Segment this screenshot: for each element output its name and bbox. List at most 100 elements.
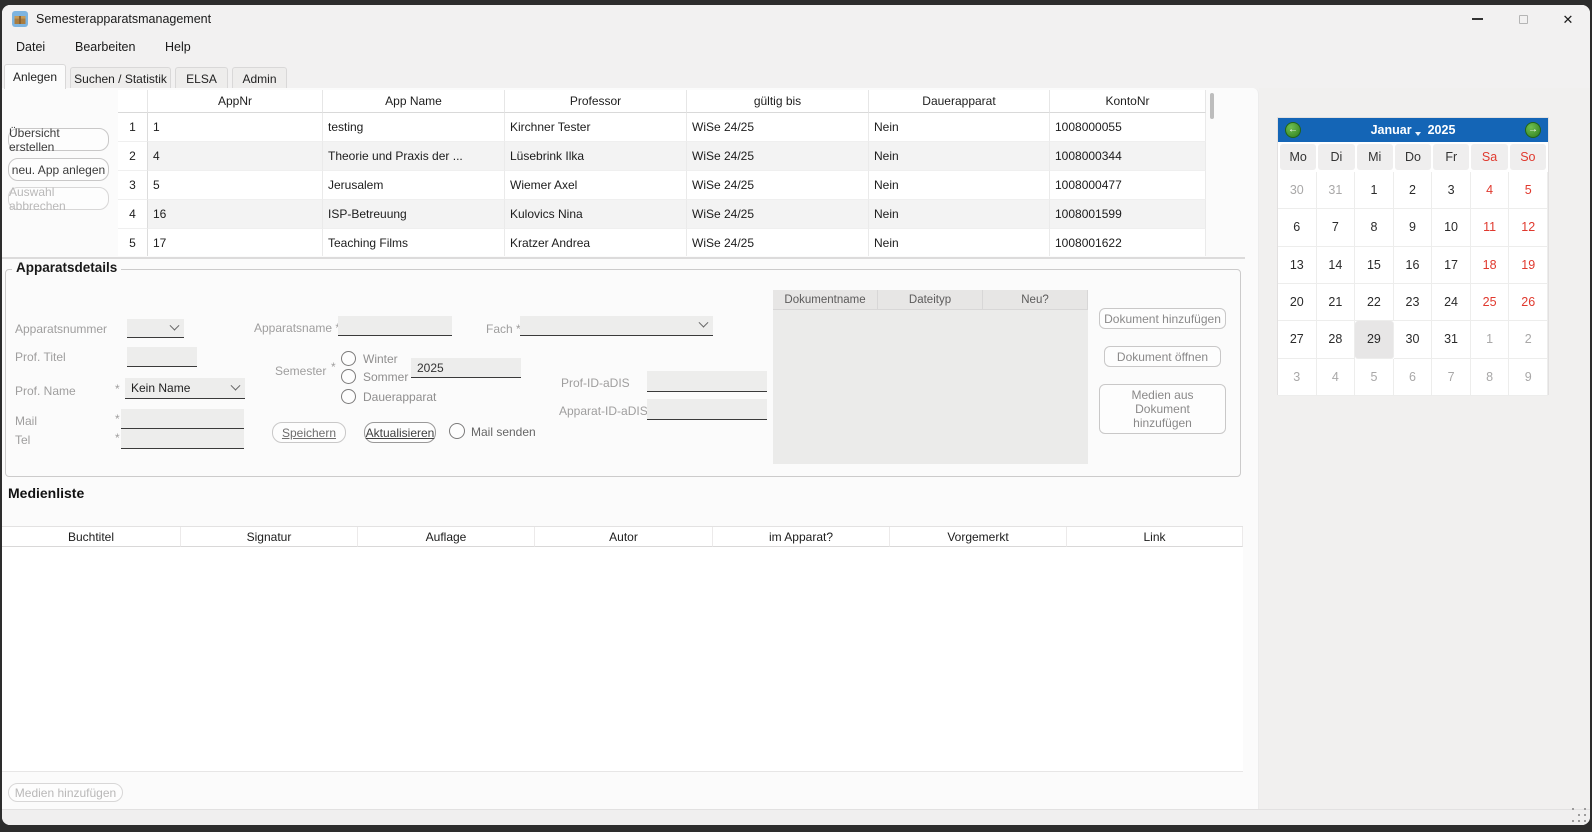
close-button[interactable]: ✕ bbox=[1546, 5, 1590, 33]
table-row[interactable]: 35JerusalemWiemer AxelWiSe 24/25Nein1008… bbox=[118, 171, 1206, 200]
maximize-button[interactable] bbox=[1500, 5, 1546, 33]
calendar-title[interactable]: Januar 2025 bbox=[1371, 123, 1456, 137]
calendar-day[interactable]: 30 bbox=[1278, 172, 1317, 209]
ml-header-link[interactable]: Link bbox=[1067, 527, 1243, 547]
calendar-day[interactable]: 21 bbox=[1317, 284, 1356, 321]
dokument-hinzufuegen-button[interactable]: Dokument hinzufügen bbox=[1099, 308, 1226, 329]
calendar-day[interactable]: 7 bbox=[1317, 209, 1356, 246]
ml-header-autor[interactable]: Autor bbox=[535, 527, 713, 547]
tab-suchen-statistik[interactable]: Suchen / Statistik bbox=[70, 67, 171, 89]
table-row[interactable]: 416ISP-BetreuungKulovics NinaWiSe 24/25N… bbox=[118, 200, 1206, 229]
calendar-day[interactable]: 10 bbox=[1432, 209, 1471, 246]
apparatsname-input[interactable] bbox=[338, 316, 452, 336]
calendar-day[interactable]: 22 bbox=[1355, 284, 1394, 321]
resize-grip[interactable] bbox=[1572, 808, 1586, 822]
table-row[interactable]: 24Theorie und Praxis der ...Lüsebrink Il… bbox=[118, 142, 1206, 171]
grid-header-professor[interactable]: Professor bbox=[505, 90, 687, 113]
calendar-day[interactable]: 31 bbox=[1432, 321, 1471, 358]
mail-senden-checkbox[interactable] bbox=[449, 423, 465, 439]
medien-hinzufuegen-button[interactable]: Medien hinzufügen bbox=[8, 783, 123, 802]
calendar-day[interactable]: 20 bbox=[1278, 284, 1317, 321]
calendar-day[interactable]: 1 bbox=[1471, 321, 1510, 358]
menu-datei[interactable]: Datei bbox=[16, 40, 45, 54]
ml-header-im-apparat[interactable]: im Apparat? bbox=[713, 527, 890, 547]
tel-input[interactable] bbox=[121, 429, 244, 449]
auswahl-abbrechen-button[interactable]: Auswahl abbrechen bbox=[8, 187, 109, 210]
doc-header-neu[interactable]: Neu? bbox=[983, 290, 1088, 310]
calendar-day[interactable]: 30 bbox=[1394, 321, 1433, 358]
table-row[interactable]: 517Teaching FilmsKratzer AndreaWiSe 24/2… bbox=[118, 229, 1206, 256]
uebersicht-erstellen-button[interactable]: Übersicht erstellen bbox=[8, 128, 109, 151]
ml-header-vorgemerkt[interactable]: Vorgemerkt bbox=[890, 527, 1067, 547]
fach-select[interactable] bbox=[520, 316, 713, 336]
calendar-day[interactable]: 8 bbox=[1355, 209, 1394, 246]
calendar-day[interactable]: 23 bbox=[1394, 284, 1433, 321]
calendar-day[interactable]: 31 bbox=[1317, 172, 1356, 209]
ml-header-signatur[interactable]: Signatur bbox=[181, 527, 358, 547]
dauerapparat-radio[interactable] bbox=[341, 389, 356, 404]
neue-app-anlegen-button[interactable]: neu. App anlegen bbox=[8, 158, 109, 181]
mail-input[interactable] bbox=[121, 409, 244, 429]
calendar-day[interactable]: 3 bbox=[1432, 172, 1471, 209]
doc-header-dateityp[interactable]: Dateityp bbox=[878, 290, 983, 310]
calendar-day[interactable]: 18 bbox=[1471, 247, 1510, 284]
speichern-button[interactable]: Speichern bbox=[272, 422, 346, 443]
grid-header-appnr[interactable]: AppNr bbox=[148, 90, 323, 113]
winter-radio[interactable] bbox=[341, 351, 356, 366]
doc-header-dokumentname[interactable]: Dokumentname bbox=[773, 290, 878, 310]
calendar-day[interactable]: 11 bbox=[1471, 209, 1510, 246]
calendar-day[interactable]: 27 bbox=[1278, 321, 1317, 358]
ml-header-buchtitel[interactable]: Buchtitel bbox=[2, 527, 181, 547]
calendar-day[interactable]: 17 bbox=[1432, 247, 1471, 284]
grid-vertical-scrollbar[interactable] bbox=[1210, 93, 1214, 119]
calendar-day[interactable]: 8 bbox=[1471, 359, 1510, 396]
sommer-radio[interactable] bbox=[341, 369, 356, 384]
calendar-day[interactable]: 26 bbox=[1509, 284, 1548, 321]
calendar-day[interactable]: 15 bbox=[1355, 247, 1394, 284]
calendar-day[interactable]: 4 bbox=[1471, 172, 1510, 209]
apparat-id-adis-input[interactable] bbox=[647, 399, 767, 420]
calendar-day[interactable]: 7 bbox=[1432, 359, 1471, 396]
grid-header-dauerapparat[interactable]: Dauerapparat bbox=[869, 90, 1050, 113]
grid-header-gueltig-bis[interactable]: gültig bis bbox=[687, 90, 869, 113]
calendar-day[interactable]: 28 bbox=[1317, 321, 1356, 358]
calendar-next-button[interactable]: → bbox=[1525, 122, 1541, 138]
calendar-day[interactable]: 14 bbox=[1317, 247, 1356, 284]
calendar-day[interactable]: 19 bbox=[1509, 247, 1548, 284]
medien-aus-dokument-button[interactable]: Medien aus Dokument hinzufügen bbox=[1099, 384, 1226, 434]
calendar-prev-button[interactable]: ← bbox=[1285, 122, 1301, 138]
calendar-day[interactable]: 29 bbox=[1355, 321, 1394, 358]
aktualisieren-button[interactable]: Aktualisieren bbox=[364, 422, 436, 443]
prof-id-adis-input[interactable] bbox=[647, 371, 767, 392]
tab-anlegen[interactable]: Anlegen bbox=[4, 64, 66, 89]
calendar-day[interactable]: 4 bbox=[1317, 359, 1356, 396]
calendar-year[interactable]: 2025 bbox=[1428, 123, 1456, 137]
apparatsnummer-select[interactable] bbox=[127, 319, 184, 338]
calendar-day[interactable]: 25 bbox=[1471, 284, 1510, 321]
grid-header-kontonr[interactable]: KontoNr bbox=[1050, 90, 1206, 113]
dokument-oeffnen-button[interactable]: Dokument öffnen bbox=[1104, 346, 1221, 367]
minimize-button[interactable] bbox=[1454, 5, 1500, 33]
ml-header-auflage[interactable]: Auflage bbox=[358, 527, 535, 547]
calendar-day[interactable]: 13 bbox=[1278, 247, 1317, 284]
calendar-day[interactable]: 5 bbox=[1355, 359, 1394, 396]
calendar-day[interactable]: 1 bbox=[1355, 172, 1394, 209]
grid-header-appname[interactable]: App Name bbox=[323, 90, 505, 113]
calendar-day[interactable]: 2 bbox=[1509, 321, 1548, 358]
menu-help[interactable]: Help bbox=[165, 40, 191, 54]
tab-admin[interactable]: Admin bbox=[232, 67, 287, 89]
calendar-day[interactable]: 3 bbox=[1278, 359, 1317, 396]
calendar-day[interactable]: 5 bbox=[1509, 172, 1548, 209]
prof-titel-input[interactable] bbox=[127, 347, 197, 367]
calendar-month[interactable]: Januar bbox=[1371, 123, 1412, 137]
calendar-day[interactable]: 2 bbox=[1394, 172, 1433, 209]
calendar-day[interactable]: 9 bbox=[1509, 359, 1548, 396]
tab-elsa[interactable]: ELSA bbox=[175, 67, 228, 89]
table-row[interactable]: 11testingKirchner TesterWiSe 24/25Nein10… bbox=[118, 113, 1206, 142]
calendar-day[interactable]: 12 bbox=[1509, 209, 1548, 246]
calendar-day[interactable]: 6 bbox=[1394, 359, 1433, 396]
calendar-day[interactable]: 24 bbox=[1432, 284, 1471, 321]
calendar-day[interactable]: 9 bbox=[1394, 209, 1433, 246]
prof-name-select[interactable]: Kein Name bbox=[125, 378, 245, 399]
semester-jahr-input[interactable] bbox=[411, 358, 521, 378]
